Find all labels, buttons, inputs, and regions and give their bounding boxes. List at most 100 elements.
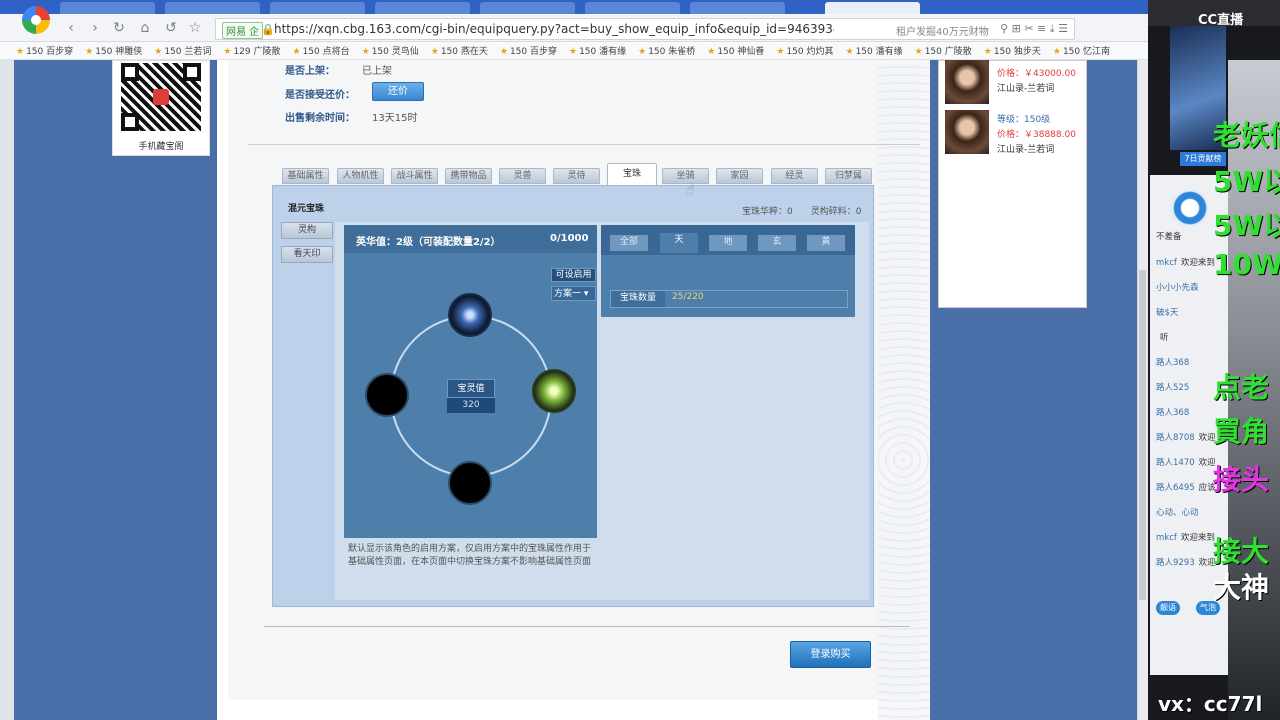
bookmark-item[interactable]: ★ 150 百步穿 <box>500 44 557 57</box>
bookmark-item[interactable]: ★ 150 潘有缘 <box>569 44 626 57</box>
cc-avatar[interactable] <box>1170 188 1210 228</box>
filter-tab-di[interactable]: 地 <box>709 235 747 251</box>
bookmark-item[interactable]: ★ 150 忆江南 <box>1053 44 1110 57</box>
bookmark-label: 150 忆江南 <box>1062 47 1110 57</box>
overlay-text: 老妖信 <box>1213 119 1280 152</box>
listing-item[interactable]: 等级：150级 价格：￥38888.00 江山录-兰若词 <box>945 110 1085 158</box>
bookmark-item[interactable]: ★ 150 神仙眷 <box>707 44 764 57</box>
address-bar[interactable]: 网易 企 🔒 https://xqn.cbg.163.com/cgi-bin/e… <box>215 18 1075 40</box>
browser-logo-icon[interactable] <box>22 6 50 34</box>
bookmark-item[interactable]: ★ 150 朱雀桥 <box>638 44 695 57</box>
chat-user[interactable]: 路人525 <box>1156 383 1189 393</box>
tab-battle-attributes[interactable]: 战斗属性 <box>391 168 438 184</box>
chat-message: 小小小先森 <box>1156 281 1203 293</box>
character-avatar[interactable] <box>945 110 989 154</box>
bookmark-item[interactable]: ★ 150 独步天 <box>984 44 1041 57</box>
qr-box: 手机藏宝阁 <box>112 60 210 156</box>
chat-user[interactable]: 路人9293 <box>1156 558 1195 568</box>
browser-tab[interactable] <box>165 2 260 14</box>
bookmark-label: 150 兰若词 <box>164 47 212 57</box>
undo-icon[interactable]: ↺ <box>162 20 180 36</box>
bookmark-item[interactable]: ★ 150 百步穿 <box>16 44 73 57</box>
chat-text: 欢迎来到 <box>1180 258 1215 268</box>
bookmark-label: 150 百步穿 <box>509 47 557 57</box>
tab-spirit-beast[interactable]: 灵兽 <box>499 168 546 184</box>
chat-user[interactable]: 路人6495 <box>1156 483 1195 493</box>
side-button-seal[interactable]: 看天印 <box>281 246 333 263</box>
browser-tab[interactable] <box>375 2 470 14</box>
bookmark-item[interactable]: ★ 129 广陵散 <box>223 44 280 57</box>
browser-tab[interactable] <box>60 2 155 14</box>
filter-tab-xuan[interactable]: 玄 <box>758 235 796 251</box>
chat-user[interactable]: 破$天 <box>1156 308 1178 318</box>
overlay-text: 大神 <box>1213 571 1270 604</box>
gem-count-value: 25/220 <box>672 292 704 302</box>
chat-message: 路人6495 应该 <box>1156 481 1216 493</box>
bookmark-item[interactable]: ★ 150 燕在天 <box>431 44 488 57</box>
login-buy-button[interactable]: 登录购买 <box>790 641 871 668</box>
tab-guimeng[interactable]: 归梦属 <box>825 168 872 184</box>
toolbar-icons[interactable]: ⚲ ⊞ ✂ ≡ ⤓ ☰ <box>1000 22 1068 36</box>
bookmark-item[interactable]: ★ 150 灼灼其 <box>776 44 833 57</box>
counter-offer-button[interactable]: 还价 <box>372 82 424 101</box>
bookmark-item[interactable]: ★ 150 灵鸟仙 <box>362 44 419 57</box>
tab-jingling[interactable]: 经灵 <box>771 168 818 184</box>
address-ad-text[interactable]: 租户发掘40万元财物 <box>896 23 989 38</box>
forward-icon[interactable]: › <box>86 20 104 36</box>
chat-user[interactable]: 路人368 <box>1156 408 1189 418</box>
chat-user[interactable]: mkcf <box>1156 533 1177 543</box>
url-text[interactable]: https://xqn.cbg.163.com/cgi-bin/equipque… <box>274 22 834 36</box>
gem-slot-top[interactable] <box>448 293 492 337</box>
gem-slot-right[interactable] <box>532 369 576 413</box>
filter-tab-tian[interactable]: 天 <box>660 233 698 253</box>
browser-tab-active[interactable] <box>825 2 920 14</box>
bookmark-item[interactable]: ★ 150 神雕侠 <box>85 44 142 57</box>
chat-user[interactable]: 路人1470 <box>1156 458 1195 468</box>
tab-basic-attributes[interactable]: 基础属性 <box>282 168 329 184</box>
tab-gems[interactable]: 宝珠 <box>607 163 657 185</box>
cc-bubble[interactable]: 气泡 <box>1196 601 1220 615</box>
enable-scheme-button[interactable]: 可设启用 <box>551 268 596 282</box>
chat-user[interactable]: 小小小先森 <box>1156 283 1199 293</box>
cc-bubble[interactable]: 靓语 <box>1156 601 1180 615</box>
reload-icon[interactable]: ↻ <box>110 20 128 36</box>
bookmark-item[interactable]: ★ 150 兰若词 <box>154 44 211 57</box>
browser-tab[interactable] <box>690 2 785 14</box>
bookmark-item[interactable]: ★ 150 广陵散 <box>915 44 972 57</box>
scheme-select[interactable]: 方案一 ▾ <box>551 286 596 301</box>
tab-character[interactable]: 人物机性 <box>337 168 384 184</box>
bookmark-item[interactable]: ★ 150 点将台 <box>293 44 350 57</box>
gem-slot-bottom[interactable] <box>448 461 492 505</box>
chat-user[interactable]: mkcf <box>1156 258 1177 268</box>
divider <box>264 626 910 627</box>
side-button-construct[interactable]: 灵构 <box>281 222 333 239</box>
browser-tab[interactable] <box>480 2 575 14</box>
character-avatar[interactable] <box>945 60 989 104</box>
bookmark-star-icon: ★ <box>569 47 578 57</box>
scrollbar-thumb[interactable] <box>1139 270 1146 600</box>
bookmark-label: 150 灵鸟仙 <box>371 47 419 57</box>
bookmark-label: 150 点将台 <box>302 47 350 57</box>
chat-user[interactable]: 路人368 <box>1156 358 1189 368</box>
browser-tab[interactable] <box>585 2 680 14</box>
side-ornament <box>878 60 930 720</box>
browser-tab[interactable] <box>270 2 365 14</box>
tab-spirit-servant[interactable]: 灵侍 <box>553 168 600 184</box>
chat-message: 听 <box>1156 331 1169 343</box>
home-icon[interactable]: ⌂ <box>136 20 154 36</box>
bookmark-item[interactable]: ★ 150 潘有缘 <box>846 44 903 57</box>
gem-section-title: 混元宝珠 <box>288 204 325 214</box>
chat-user[interactable]: 路人8708 <box>1156 433 1195 443</box>
gem-stats: 宝珠华粹：0 灵构碎料：0 <box>742 207 862 217</box>
favorite-star-icon[interactable]: ☆ <box>186 20 204 36</box>
chat-message: 路人525 <box>1156 381 1193 393</box>
listing-item[interactable]: 价格：￥43000.00 江山录-兰若词 <box>945 60 1085 108</box>
filter-tab-all[interactable]: 全部 <box>610 235 648 251</box>
tab-home[interactable]: 家园 <box>716 168 763 184</box>
chat-message: mkcf 欢迎来到 <box>1156 256 1215 268</box>
chat-user[interactable]: 心动、心动 <box>1156 508 1199 518</box>
gem-slot-left[interactable] <box>365 373 409 417</box>
back-icon[interactable]: ‹ <box>62 20 80 36</box>
tab-items[interactable]: 携带物品 <box>445 168 492 184</box>
filter-tab-huang[interactable]: 黄 <box>807 235 845 251</box>
